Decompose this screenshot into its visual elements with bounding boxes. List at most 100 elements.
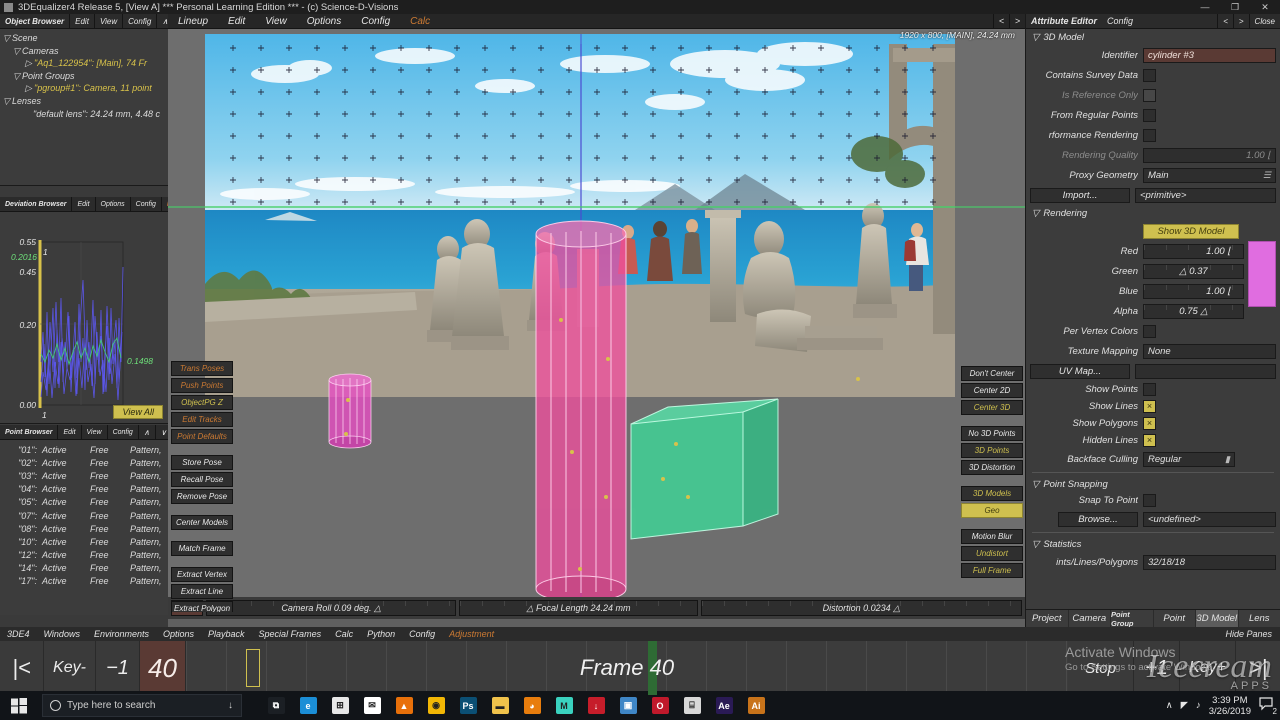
- tree-item-default-lens[interactable]: "default lens": 24.24 mm, 4.48 c: [3, 108, 168, 121]
- hidden-lines-checkbox[interactable]: ×: [1143, 434, 1156, 447]
- point-browser-row[interactable]: "01": Active Free Pattern,: [0, 443, 168, 456]
- dev-menu-options[interactable]: Options: [94, 196, 130, 212]
- stop-button[interactable]: Stop: [1068, 641, 1134, 695]
- per-vertex-colors-checkbox[interactable]: [1143, 324, 1156, 338]
- view-all-button[interactable]: View All: [113, 405, 163, 419]
- point-browser-row[interactable]: "07": Active Free Pattern,: [0, 509, 168, 522]
- point-browser-row[interactable]: "17": Active Free Pattern,: [0, 575, 168, 588]
- tool-motion-blur[interactable]: Motion Blur: [961, 529, 1023, 544]
- ob-menu-config[interactable]: Config: [122, 13, 156, 29]
- disclosure-triangle-icon[interactable]: ▽: [3, 95, 12, 108]
- tool-3d-models[interactable]: 3D Models: [961, 486, 1023, 501]
- show-lines-checkbox[interactable]: ×: [1143, 400, 1156, 413]
- opera-icon[interactable]: O: [644, 691, 676, 720]
- start-button[interactable]: [0, 691, 38, 720]
- tree-item-camera-aq1[interactable]: ▷ "Aq1_122954": [Main], 74 Fr: [3, 57, 168, 70]
- tool-push-points[interactable]: Push Points: [171, 378, 233, 393]
- tool-objectpg-z[interactable]: ObjectPG Z: [171, 395, 233, 410]
- explorer-icon[interactable]: ▬: [484, 691, 516, 720]
- window-controls[interactable]: — ❐ ✕: [1190, 0, 1280, 14]
- viewport-menu-edit[interactable]: Edit: [218, 16, 255, 27]
- tool-center-models[interactable]: Center Models: [171, 515, 233, 530]
- focal-length-slider[interactable]: △ Focal Length 24.24 mm: [459, 600, 698, 616]
- tool-store-pose[interactable]: Store Pose: [171, 455, 233, 470]
- search-input[interactable]: Type here to search ↓: [42, 694, 242, 717]
- color-swatch[interactable]: [1248, 241, 1276, 307]
- disclosure-triangle-icon[interactable]: ▽: [1032, 479, 1039, 490]
- volume-icon[interactable]: ♪: [1196, 700, 1201, 711]
- pb-menu-config[interactable]: Config: [106, 424, 138, 440]
- ae-tab-3d-model[interactable]: 3D Model: [1196, 610, 1239, 627]
- uv-map-field[interactable]: [1135, 363, 1276, 379]
- pb-menu-view[interactable]: View: [80, 424, 107, 440]
- viewport-prev-button[interactable]: <: [993, 13, 1009, 29]
- attribute-editor-tabs[interactable]: Project Camera Point Group Point 3D Model Len…: [1026, 609, 1280, 628]
- performance-rendering-checkbox[interactable]: [1143, 128, 1156, 142]
- section-3d-model-header[interactable]: ▽ 3D Model: [1026, 29, 1280, 45]
- disclosure-triangle-icon[interactable]: ▽: [3, 32, 12, 45]
- disclosure-triangle-icon[interactable]: ▷: [25, 82, 34, 95]
- camera-roll-slider[interactable]: Camera Roll 0.09 deg. △: [206, 600, 457, 616]
- calculator-icon[interactable]: ⌸: [676, 691, 708, 720]
- tool-point-defaults[interactable]: Point Defaults: [171, 429, 233, 444]
- viewport-menu-options[interactable]: Options: [297, 16, 351, 27]
- next-key-button[interactable]: Key+: [1180, 641, 1236, 695]
- step-forward-button[interactable]: +1: [1134, 641, 1180, 695]
- illustrator-icon[interactable]: Ai: [740, 691, 772, 720]
- microphone-icon[interactable]: ↓: [228, 700, 233, 711]
- disclosure-triangle-icon[interactable]: ▽: [1032, 208, 1039, 219]
- menu-adjustment[interactable]: Adjustment: [442, 629, 501, 639]
- object-browser-tree[interactable]: ▽ Scene ▽ Cameras ▷ "Aq1_122954": [Main], 7…: [0, 29, 168, 185]
- menu-config[interactable]: Config: [402, 629, 442, 639]
- cylinder-3d-model[interactable]: [168, 29, 1025, 612]
- browse-button[interactable]: Browse...: [1058, 511, 1138, 527]
- ae-next-button[interactable]: >: [1232, 13, 1249, 29]
- ae-close-button[interactable]: Close: [1248, 13, 1280, 29]
- pb-up-button[interactable]: ∧: [137, 424, 155, 440]
- tool-remove-pose[interactable]: Remove Pose: [171, 489, 233, 504]
- blue-slider[interactable]: 1.00 ⌊: [1143, 283, 1244, 299]
- show-points-checkbox[interactable]: [1143, 383, 1156, 396]
- point-browser-row[interactable]: "05": Active Free Pattern,: [0, 496, 168, 509]
- previous-key-button[interactable]: Key-: [44, 641, 96, 695]
- clock[interactable]: 3:39 PM 3/26/2019: [1209, 695, 1251, 717]
- ob-menu-edit[interactable]: Edit: [69, 13, 94, 29]
- viewport-menu-config[interactable]: Config: [351, 16, 400, 27]
- tool-center-2d[interactable]: Center 2D: [961, 383, 1023, 398]
- viewport-menu-calc[interactable]: Calc: [400, 16, 440, 27]
- point-browser-table[interactable]: "01": Active Free Pattern, "02": Active Free Pa…: [0, 440, 168, 588]
- vlc-icon[interactable]: ▲: [388, 691, 420, 720]
- viewport-menu-view[interactable]: View: [255, 16, 297, 27]
- snap-to-point-checkbox[interactable]: [1143, 494, 1156, 507]
- minimize-button[interactable]: —: [1190, 0, 1220, 14]
- point-browser-row[interactable]: "08": Active Free Pattern,: [0, 522, 168, 535]
- close-button[interactable]: ✕: [1250, 0, 1280, 14]
- task-view-icon[interactable]: ⧉: [260, 691, 292, 720]
- uv-map-button[interactable]: UV Map...: [1030, 363, 1130, 379]
- show-hidden-icons-icon[interactable]: ∧: [1166, 700, 1173, 711]
- tool-match-frame[interactable]: Match Frame: [171, 541, 233, 556]
- menu-environments[interactable]: Environments: [87, 629, 156, 639]
- menu-icon[interactable]: ☰: [1263, 170, 1271, 181]
- viewport-right-toolbar[interactable]: Don't Center Center 2D Center 3D No 3D Poin…: [961, 366, 1023, 580]
- tool-3d-distortion[interactable]: 3D Distortion: [961, 460, 1023, 475]
- notifications-icon[interactable]: 2: [1259, 697, 1277, 716]
- tree-item-lenses[interactable]: ▽ Lenses: [3, 95, 168, 108]
- section-statistics-header[interactable]: ▽ Statistics: [1026, 536, 1280, 552]
- hide-panes-button[interactable]: Hide Panes: [1218, 629, 1280, 639]
- mega-icon[interactable]: M: [548, 691, 580, 720]
- ae-tab-project[interactable]: Project: [1026, 610, 1069, 627]
- green-slider[interactable]: △ 0.37: [1143, 263, 1244, 279]
- disclosure-triangle-icon[interactable]: ▽: [1032, 539, 1039, 550]
- maximize-button[interactable]: ❐: [1220, 0, 1250, 14]
- menu-options[interactable]: Options: [156, 629, 201, 639]
- ae-tab-camera[interactable]: Camera: [1069, 610, 1111, 627]
- tool-full-frame[interactable]: Full Frame: [961, 563, 1023, 578]
- section-rendering-header[interactable]: ▽ Rendering: [1026, 205, 1280, 221]
- point-browser-row[interactable]: "03": Active Free Pattern,: [0, 469, 168, 482]
- taskbar-icons[interactable]: ⧉ e ⊞ ✉ ▲ ◉ Ps ▬ ◕ M ↓ ▣ O ⌸ Ae Ai: [260, 691, 772, 720]
- ae-prev-button[interactable]: <: [1217, 13, 1233, 29]
- chrome-icon[interactable]: ◉: [420, 691, 452, 720]
- photoshop-icon[interactable]: Ps: [452, 691, 484, 720]
- go-to-end-button[interactable]: >|: [1236, 641, 1280, 695]
